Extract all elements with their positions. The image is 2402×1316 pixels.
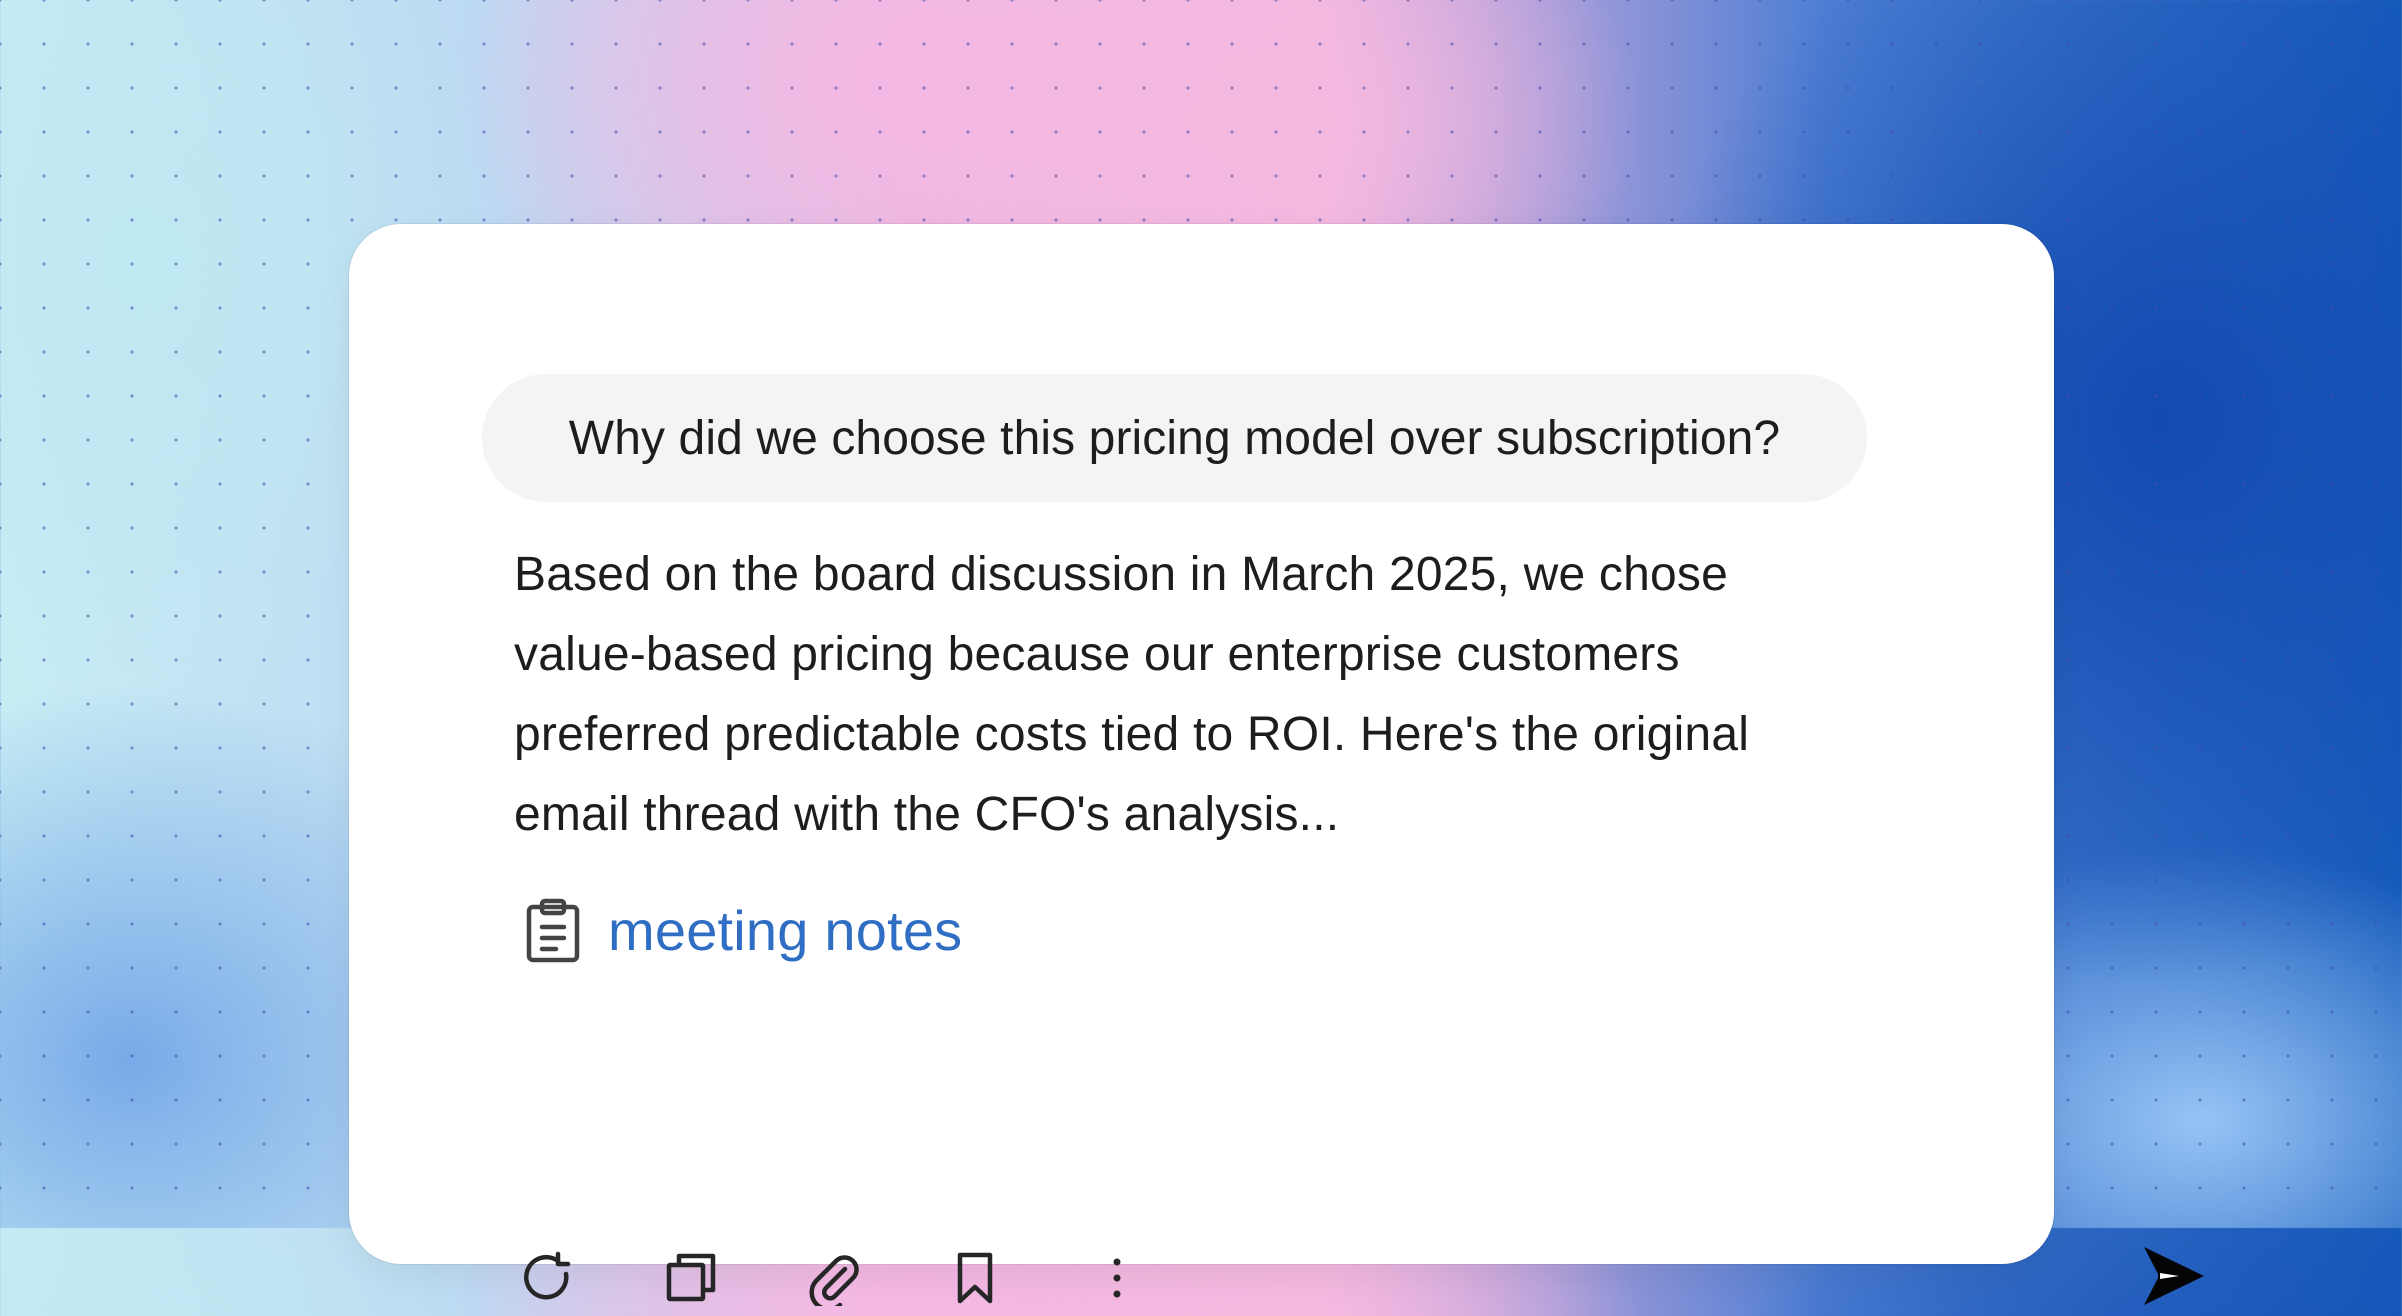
clipboard-icon [526,898,580,963]
answer-line: email thread with the CFO's analysis... [514,788,1340,841]
bookmark-icon [957,1252,993,1304]
paperclip-icon [809,1255,859,1306]
user-question-text: Why did we choose this pricing model ove… [568,411,1781,465]
send-button[interactable] [2134,1236,2214,1316]
attach-button[interactable] [796,1241,870,1315]
meeting-notes-link[interactable]: meeting notes [608,903,962,959]
more-options-button[interactable] [1080,1241,1154,1315]
assistant-answer: Based on the board discussion in March 2… [514,535,1864,855]
send-icon [2144,1247,2204,1305]
answer-line: value-based pricing because our enterpri… [514,628,1680,681]
regenerate-button[interactable] [511,1241,585,1315]
answer-line: Based on the board discussion in March 2… [514,548,1728,601]
answer-line: preferred predictable costs tied to ROI.… [514,708,1750,761]
copy-icon [666,1253,716,1302]
more-vertical-icon [1113,1258,1121,1298]
refresh-icon [524,1251,571,1300]
user-question-bubble: Why did we choose this pricing model ove… [482,374,1867,502]
source-reference[interactable]: meeting notes [524,890,962,972]
bookmark-button[interactable] [938,1241,1012,1315]
copy-button[interactable] [654,1241,728,1315]
chat-card: Why did we choose this pricing model ove… [349,224,2204,1306]
